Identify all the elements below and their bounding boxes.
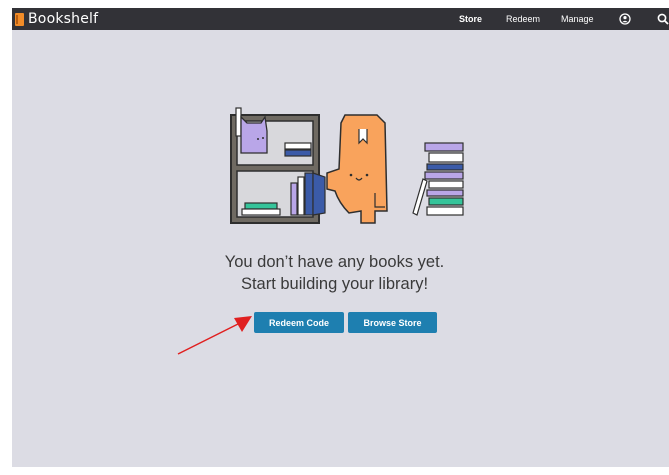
browse-store-button[interactable]: Browse Store [348, 312, 437, 333]
annotation-arrow-icon [177, 316, 252, 355]
app-window: Bookshelf Store Redeem Manage You don’t … [12, 8, 669, 467]
top-navigation-bar: Bookshelf Store Redeem Manage [12, 8, 669, 30]
bookshelf-icon [230, 107, 326, 224]
nav-store[interactable]: Store [459, 8, 482, 30]
account-icon[interactable] [619, 13, 631, 25]
book-stack-icon [412, 142, 464, 216]
empty-library-illustration [230, 107, 464, 224]
nav-manage[interactable]: Manage [561, 8, 594, 30]
empty-state-message: You don’t have any books yet. [224, 253, 445, 271]
search-icon[interactable] [657, 13, 669, 25]
nav-redeem[interactable]: Redeem [506, 8, 540, 30]
empty-state-submessage: Start building your library! [240, 275, 429, 293]
app-title: Bookshelf [28, 11, 99, 27]
book-character-icon [326, 114, 388, 224]
book-icon [15, 12, 24, 26]
brand[interactable]: Bookshelf [15, 8, 98, 30]
redeem-code-button[interactable]: Redeem Code [254, 312, 344, 333]
